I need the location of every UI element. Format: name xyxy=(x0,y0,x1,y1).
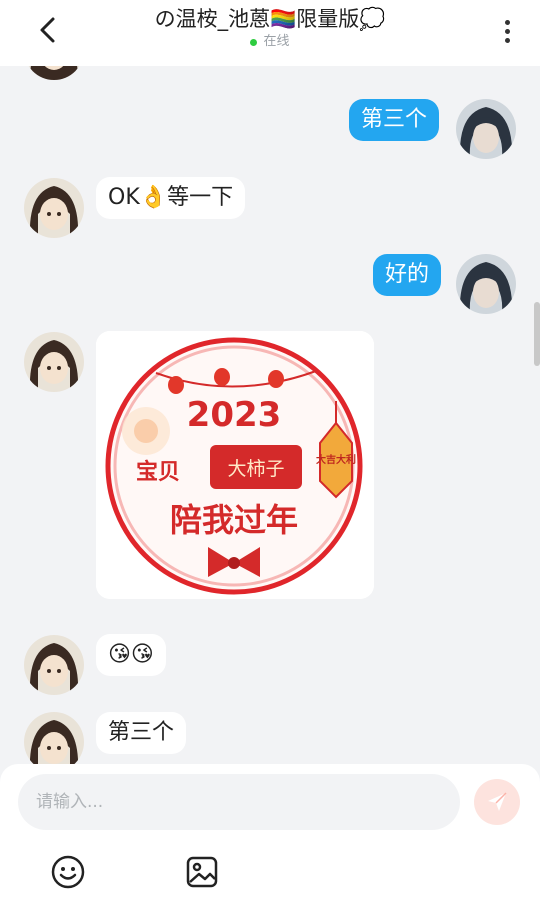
sticker-message[interactable]: 2023 宝贝 大柿子 陪我过年 大吉大利 xyxy=(96,331,374,599)
emoji-icon xyxy=(51,855,85,889)
image-icon xyxy=(186,856,218,888)
message-input[interactable] xyxy=(18,774,460,830)
sticker-left-text: 宝贝 xyxy=(136,459,180,485)
back-button[interactable] xyxy=(30,12,66,48)
message-bubble-incoming[interactable]: 😘😘 xyxy=(96,634,166,676)
contact-avatar[interactable] xyxy=(24,332,84,392)
emoji-button[interactable] xyxy=(48,852,88,892)
status-text: 在线 xyxy=(263,34,290,49)
chevron-left-icon xyxy=(40,17,55,43)
contact-avatar[interactable] xyxy=(24,635,84,695)
online-status: 在线 xyxy=(90,32,450,52)
sticker-bottom-text: 陪我过年 xyxy=(170,501,298,539)
send-button[interactable] xyxy=(474,779,520,825)
sticker-year-text: 2023 xyxy=(187,395,282,435)
contact-avatar[interactable] xyxy=(24,712,84,764)
sticker-tag-text: 大吉大利 xyxy=(316,453,356,466)
send-icon xyxy=(488,792,507,811)
chat-title-block: の温桉_池蒽🏳️‍🌈限量版💭 在线 xyxy=(90,6,450,52)
message-bubble-outgoing[interactable]: 好的 xyxy=(373,254,442,296)
my-avatar[interactable] xyxy=(456,99,516,159)
message-bubble-incoming[interactable]: 第三个 xyxy=(96,712,187,754)
online-dot-icon xyxy=(250,38,258,46)
scrollbar-thumb[interactable] xyxy=(534,302,540,366)
contact-avatar[interactable] xyxy=(24,178,84,238)
composer-bar xyxy=(0,764,540,918)
message-bubble-incoming[interactable]: OK👌等一下 xyxy=(96,177,246,219)
message-bubble-outgoing[interactable]: 第三个 xyxy=(349,99,440,141)
my-avatar[interactable] xyxy=(456,254,516,314)
message-list[interactable]: 第三个 OK👌等一下 好的 2023 宝贝 大柿子 陪我过年 大吉大利 😘😘 第… xyxy=(0,66,540,764)
contact-avatar[interactable] xyxy=(24,66,84,80)
new-year-sticker-image: 2023 宝贝 大柿子 陪我过年 大吉大利 xyxy=(96,331,374,599)
chat-header: の温桉_池蒽🏳️‍🌈限量版💭 在线 xyxy=(0,0,540,66)
image-button[interactable] xyxy=(182,852,222,892)
more-options-button[interactable] xyxy=(494,14,520,48)
more-vertical-icon xyxy=(504,19,510,25)
contact-name: の温桉_池蒽🏳️‍🌈限量版💭 xyxy=(154,7,386,31)
sticker-name-text: 大柿子 xyxy=(227,458,284,480)
